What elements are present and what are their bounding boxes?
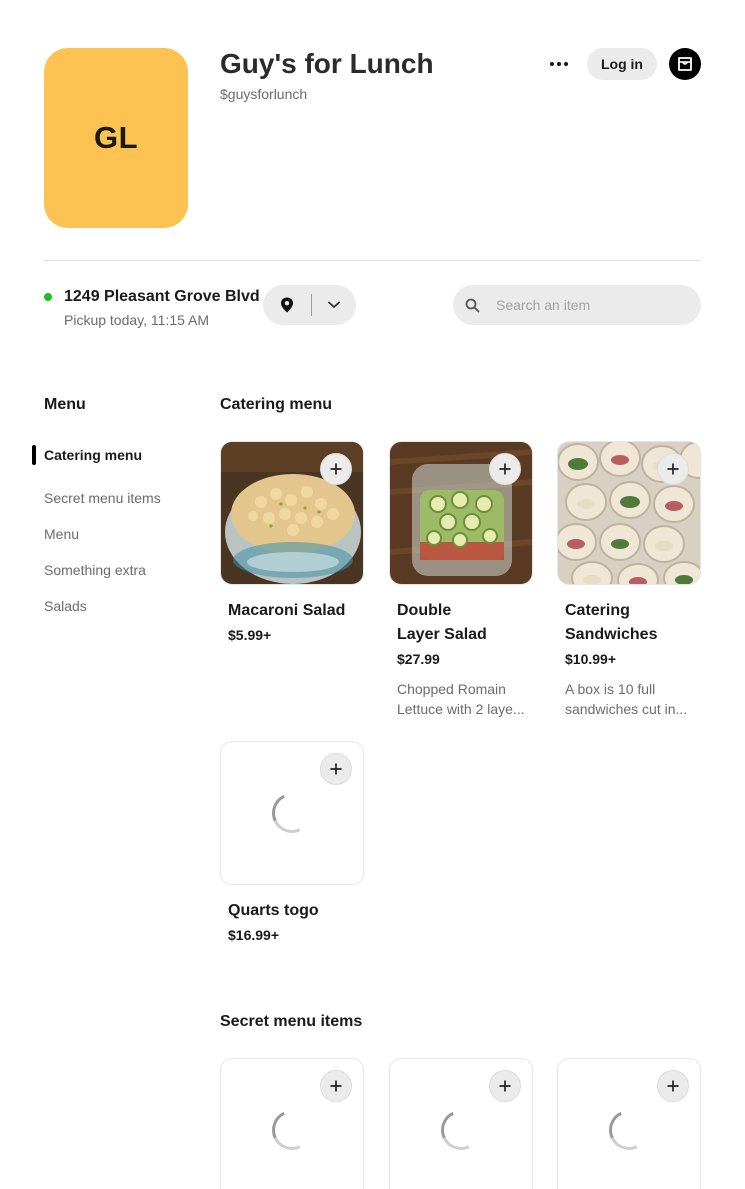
store-handle: $guysforlunch — [220, 86, 308, 102]
search-input[interactable] — [496, 297, 676, 313]
item-price: $5.99+ — [228, 627, 272, 643]
login-button[interactable]: Log in — [587, 48, 657, 80]
plus-icon — [499, 1080, 511, 1092]
open-status-dot — [44, 293, 52, 301]
item-image — [557, 441, 701, 585]
item-name: Double Layer Salad — [397, 602, 487, 643]
avatar-initials: GL — [93, 120, 139, 155]
store-avatar: GL — [44, 48, 188, 228]
sidebar-item-secret-menu-items[interactable]: Secret menu items — [32, 480, 202, 516]
plus-icon — [330, 463, 342, 475]
more-dot — [557, 62, 561, 66]
item-price: $27.99 — [397, 651, 440, 667]
item-image — [220, 741, 364, 885]
item-image — [220, 1058, 364, 1189]
sidebar-title: Menu — [44, 396, 86, 413]
location-toggle[interactable] — [263, 285, 356, 325]
more-options-button[interactable] — [543, 52, 575, 76]
plus-icon — [667, 1080, 679, 1092]
add-item-button[interactable] — [320, 453, 352, 485]
more-dot — [550, 62, 554, 66]
menu-item-card[interactable]: Quarts togo $16.99+ — [220, 741, 364, 945]
loading-spinner-icon — [603, 1104, 655, 1156]
plus-icon — [499, 463, 511, 475]
item-price: $16.99+ — [228, 927, 279, 943]
plus-icon — [330, 763, 342, 775]
section-title-catering: Catering menu — [220, 396, 333, 413]
add-item-button[interactable] — [489, 1070, 521, 1102]
item-image — [220, 441, 364, 585]
menu-item-card[interactable] — [389, 1058, 533, 1189]
header-divider — [44, 260, 701, 261]
sidebar-item-catering-menu[interactable]: Catering menu — [32, 444, 202, 466]
pickup-time: Pickup today, 11:15 AM — [64, 312, 210, 328]
sidebar-item-something-extra[interactable]: Something extra — [32, 552, 202, 588]
add-item-button[interactable] — [320, 1070, 352, 1102]
loading-spinner-icon — [266, 787, 318, 839]
shopping-bag-icon — [678, 57, 692, 71]
item-name: Quarts togo — [228, 902, 319, 919]
item-image — [389, 441, 533, 585]
more-dot — [564, 62, 568, 66]
plus-icon — [330, 1080, 342, 1092]
map-pin-button[interactable] — [263, 297, 311, 313]
chevron-down-icon — [328, 301, 340, 308]
item-image — [389, 1058, 533, 1189]
store-address: 1249 Pleasant Grove Blvd — [64, 288, 260, 305]
map-pin-icon — [281, 297, 293, 313]
add-item-button[interactable] — [320, 753, 352, 785]
sidebar-item-menu[interactable]: Menu — [32, 516, 202, 552]
item-image — [557, 1058, 701, 1189]
cart-button[interactable] — [669, 48, 701, 80]
menu-item-card[interactable]: Double Layer Salad $27.99 Chopped Romain… — [389, 441, 533, 719]
item-description: Chopped Romain Lettuce with 2 laye... — [397, 681, 525, 717]
location-dropdown-button[interactable] — [312, 301, 356, 309]
loading-spinner-icon — [266, 1104, 318, 1156]
menu-item-card[interactable]: Macaroni Salad $5.99+ — [220, 441, 364, 645]
store-name: Guy's for Lunch — [220, 48, 434, 79]
menu-item-card[interactable] — [557, 1058, 701, 1189]
add-item-button[interactable] — [657, 1070, 689, 1102]
loading-spinner-icon — [435, 1104, 487, 1156]
item-price: $10.99+ — [565, 651, 616, 667]
sidebar-item-salads[interactable]: Salads — [32, 588, 202, 624]
sidebar-nav: Catering menu Secret menu items Menu Som… — [32, 444, 202, 624]
item-name: Catering Sandwiches — [565, 602, 658, 643]
item-description: A box is 10 full sandwiches cut in... — [565, 681, 688, 717]
menu-item-card[interactable] — [220, 1058, 364, 1189]
menu-item-card[interactable]: Catering Sandwiches $10.99+ A box is 10 … — [557, 441, 701, 719]
plus-icon — [667, 463, 679, 475]
item-name: Macaroni Salad — [228, 602, 346, 619]
add-item-button[interactable] — [657, 453, 689, 485]
section-title-secret-menu: Secret menu items — [220, 1013, 363, 1030]
add-item-button[interactable] — [489, 453, 521, 485]
search-bar[interactable] — [453, 285, 701, 325]
search-icon — [465, 298, 480, 312]
